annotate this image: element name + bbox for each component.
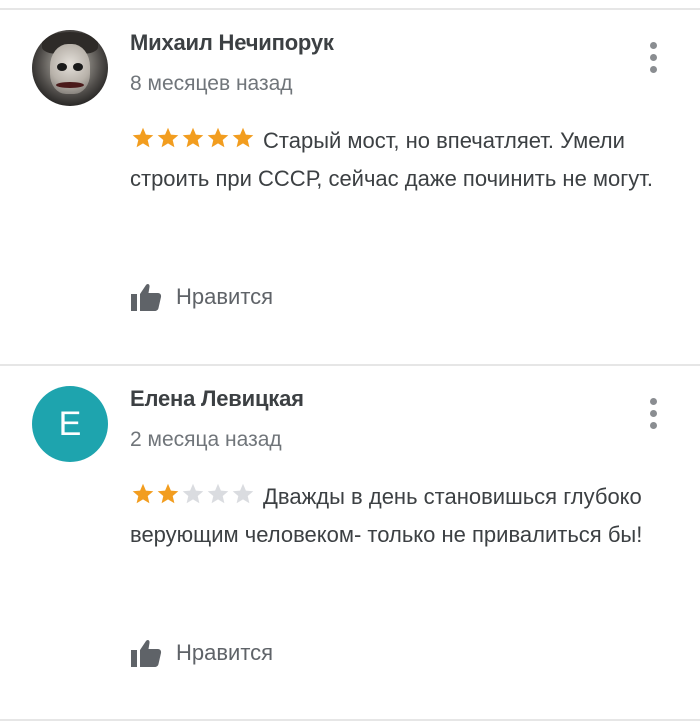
- avatar-eye: [73, 63, 83, 71]
- menu-dot: [650, 422, 657, 429]
- bottom-divider: [0, 719, 700, 721]
- star-filled-icon: [132, 483, 154, 504]
- review-card: Михаил Нечипорук 8 месяцев назад Старый …: [0, 0, 700, 360]
- avatar-letter: E: [58, 404, 82, 443]
- star-filled-icon: [182, 127, 204, 148]
- more-vert-icon[interactable]: [640, 38, 666, 78]
- review-date: 8 месяцев назад: [130, 72, 293, 95]
- rating-stars: [130, 126, 255, 150]
- star-filled-icon: [132, 127, 154, 148]
- reviewer-name[interactable]: Михаил Нечипорук: [130, 30, 334, 56]
- review-body: Дважды в день становишься глубоко верующ…: [130, 478, 675, 554]
- star-empty-icon: [207, 483, 229, 504]
- menu-dot: [650, 398, 657, 405]
- reviewer-avatar[interactable]: [32, 30, 108, 106]
- review-card: E Елена Левицкая 2 месяца назад Дважды в…: [0, 356, 700, 716]
- star-filled-icon: [232, 127, 254, 148]
- menu-dot: [650, 42, 657, 49]
- like-button[interactable]: Нравится: [130, 638, 273, 668]
- menu-dot: [650, 66, 657, 73]
- reviewer-name[interactable]: Елена Левицкая: [130, 386, 304, 412]
- thumb-up-icon: [131, 283, 162, 311]
- star-empty-icon: [182, 483, 204, 504]
- reviewer-avatar[interactable]: E: [32, 386, 108, 462]
- menu-dot: [650, 410, 657, 417]
- avatar-eye: [57, 63, 67, 71]
- like-label: Нравится: [176, 284, 274, 309]
- star-filled-icon: [157, 483, 179, 504]
- thumb-up-icon: [131, 639, 162, 667]
- avatar-mouth: [56, 82, 84, 88]
- rating-stars: [130, 482, 255, 506]
- review-body: Старый мост, но впечатляет. Умели строит…: [130, 122, 675, 198]
- star-filled-icon: [157, 127, 179, 148]
- menu-dot: [650, 54, 657, 61]
- more-vert-icon[interactable]: [640, 394, 666, 434]
- like-label: Нравится: [176, 640, 274, 665]
- star-filled-icon: [207, 127, 229, 148]
- star-empty-icon: [232, 483, 254, 504]
- review-date: 2 месяца назад: [130, 428, 282, 451]
- like-button[interactable]: Нравится: [130, 282, 273, 312]
